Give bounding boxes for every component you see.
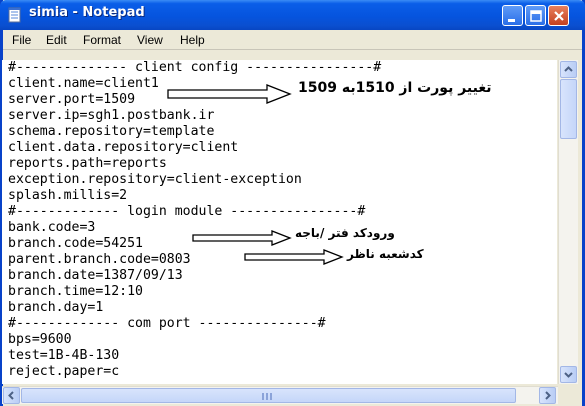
chevron-up-icon <box>564 66 573 72</box>
scroll-thumb[interactable] <box>560 79 577 139</box>
port-change-note: تغییر پورت از 1510به 1509 <box>298 80 492 96</box>
text-line: branch.time=12:10 <box>8 284 143 299</box>
parent-branch-note: کدشعبه ناظر <box>347 247 424 261</box>
text-line: #------------- login module ------------… <box>8 204 366 219</box>
text-line: schema.repository=template <box>8 124 215 139</box>
text-line: #-------------- client config ----------… <box>8 60 382 75</box>
minimize-button[interactable] <box>502 5 523 26</box>
scroll-up-button[interactable] <box>560 61 577 78</box>
horizontal-scrollbar[interactable] <box>2 386 558 404</box>
text-line: branch.day=1 <box>8 300 104 315</box>
text-line: client.name=client1 <box>8 76 159 91</box>
menu-edit[interactable]: Edit <box>46 33 67 47</box>
text-line: splash.millis=2 <box>8 188 128 203</box>
text-line: client.data.repository=client <box>8 140 239 155</box>
close-icon <box>554 11 564 21</box>
chevron-right-icon <box>545 391 551 400</box>
branch-code-arrow-icon <box>192 230 292 246</box>
vertical-scrollbar[interactable] <box>558 60 578 384</box>
branch-code-note: ورودکد فتر /باجه <box>295 226 395 240</box>
maximize-button[interactable] <box>525 5 546 26</box>
notepad-icon <box>8 7 21 23</box>
maximize-icon <box>530 10 542 22</box>
parent-branch-arrow-icon <box>244 249 344 265</box>
menu-bar: File Edit Format View Help <box>3 30 582 50</box>
chevron-down-icon <box>564 372 573 378</box>
horizontal-scroll-thumb[interactable] <box>21 388 516 403</box>
scroll-left-button[interactable] <box>3 387 20 404</box>
menu-help[interactable]: Help <box>180 33 205 47</box>
close-button[interactable] <box>548 5 569 26</box>
text-line: branch.code=54251 <box>8 236 143 251</box>
text-line: server.port=1509 <box>8 92 136 107</box>
chevron-left-icon <box>8 391 14 400</box>
menu-format[interactable]: Format <box>83 33 121 47</box>
window-title: simia - Notepad <box>29 5 145 20</box>
text-line: reports.path=reports <box>8 156 167 171</box>
minimize-icon <box>508 19 515 22</box>
text-line: exception.repository=client-exception <box>8 172 302 187</box>
scroll-down-button[interactable] <box>560 366 577 383</box>
text-line: bank.code=3 <box>8 220 96 235</box>
title-bar[interactable]: simia - Notepad <box>0 0 585 30</box>
menu-file[interactable]: File <box>12 33 31 47</box>
text-editor[interactable]: #-------------- client config ----------… <box>2 60 557 384</box>
text-line: bps=9600 <box>8 332 72 347</box>
text-line: branch.date=1387/09/13 <box>8 268 183 283</box>
port-arrow-icon <box>167 84 292 104</box>
text-line: #------------- com port ---------------# <box>8 316 326 331</box>
scroll-right-button[interactable] <box>539 387 556 404</box>
text-line: parent.branch.code=0803 <box>8 252 191 267</box>
menu-view[interactable]: View <box>137 33 163 47</box>
text-line: test=1B-4B-130 <box>8 348 120 363</box>
text-line: reject.paper=c <box>8 364 120 379</box>
text-line: server.ip=sgh1.postbank.ir <box>8 108 215 123</box>
